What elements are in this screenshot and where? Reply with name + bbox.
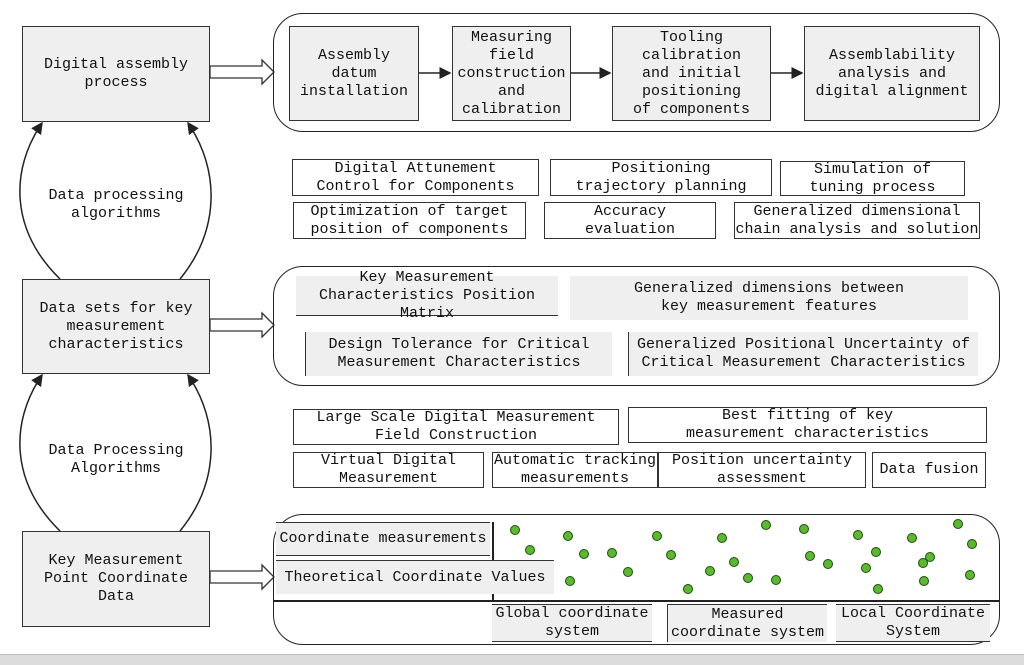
data-sets-box: Data sets for key measurement characteri… [22, 279, 210, 374]
digital-assembly-process-box: Digital assembly process [22, 26, 210, 122]
hollow-arrow-2 [209, 311, 275, 339]
algorithm-box: Virtual Digital Measurement [293, 452, 484, 488]
measured-coordinate-system-label: Measured coordinate system [667, 604, 827, 642]
coordinate-measurements-label: Coordinate measurements [276, 522, 490, 556]
algorithm-box: Simulation of tuning process [780, 161, 965, 196]
algorithm-box: Automatic tracking measurements [492, 452, 658, 488]
theoretical-coordinate-values-label: Theoretical Coordinate Values [276, 560, 554, 594]
hollow-arrow-1 [209, 58, 275, 86]
loop-label-1: Data processing algorithms [48, 187, 184, 222]
algorithm-box: Large Scale Digital Measurement Field Co… [293, 409, 619, 445]
algorithm-box: Positioning trajectory planning [550, 159, 772, 196]
dataset-box: Key Measurement Characteristics Position… [296, 269, 558, 322]
algorithm-box: Optimization of target position of compo… [293, 202, 526, 239]
dataset-box: Design Tolerance for Critical Measuremen… [305, 332, 612, 376]
key-measurement-point-box: Key Measurement Point Coordinate Data [22, 531, 210, 627]
algorithm-box: Generalized dimensional chain analysis a… [734, 202, 980, 239]
loop-label-2: Data Processing Algorithms [48, 442, 184, 477]
step-box: Tooling calibration and initial position… [612, 26, 771, 121]
local-coordinate-system-label: Local Coordinate System [836, 604, 990, 642]
dataset-box: Generalized dimensions between key measu… [570, 276, 968, 320]
global-coordinate-system-label: Global coordinate system [492, 604, 652, 642]
algorithm-box: Best fitting of key measurement characte… [628, 407, 987, 443]
algorithm-box: Data fusion [872, 452, 986, 488]
algorithm-box: Digital Attunement Control for Component… [292, 159, 539, 196]
dataset-box: Generalized Positional Uncertainty of Cr… [628, 332, 978, 376]
step-box: Assemblability analysis and digital alig… [804, 26, 980, 121]
taskbar [0, 654, 1024, 665]
algorithm-box: Position uncertainty assessment [658, 452, 866, 488]
step-box: Measuring field construction and calibra… [452, 26, 571, 121]
horizontal-divider [274, 600, 999, 602]
step-box: Assembly datum installation [289, 26, 419, 121]
algorithm-box: Accuracy evaluation [544, 202, 716, 239]
hollow-arrow-3 [209, 563, 275, 591]
